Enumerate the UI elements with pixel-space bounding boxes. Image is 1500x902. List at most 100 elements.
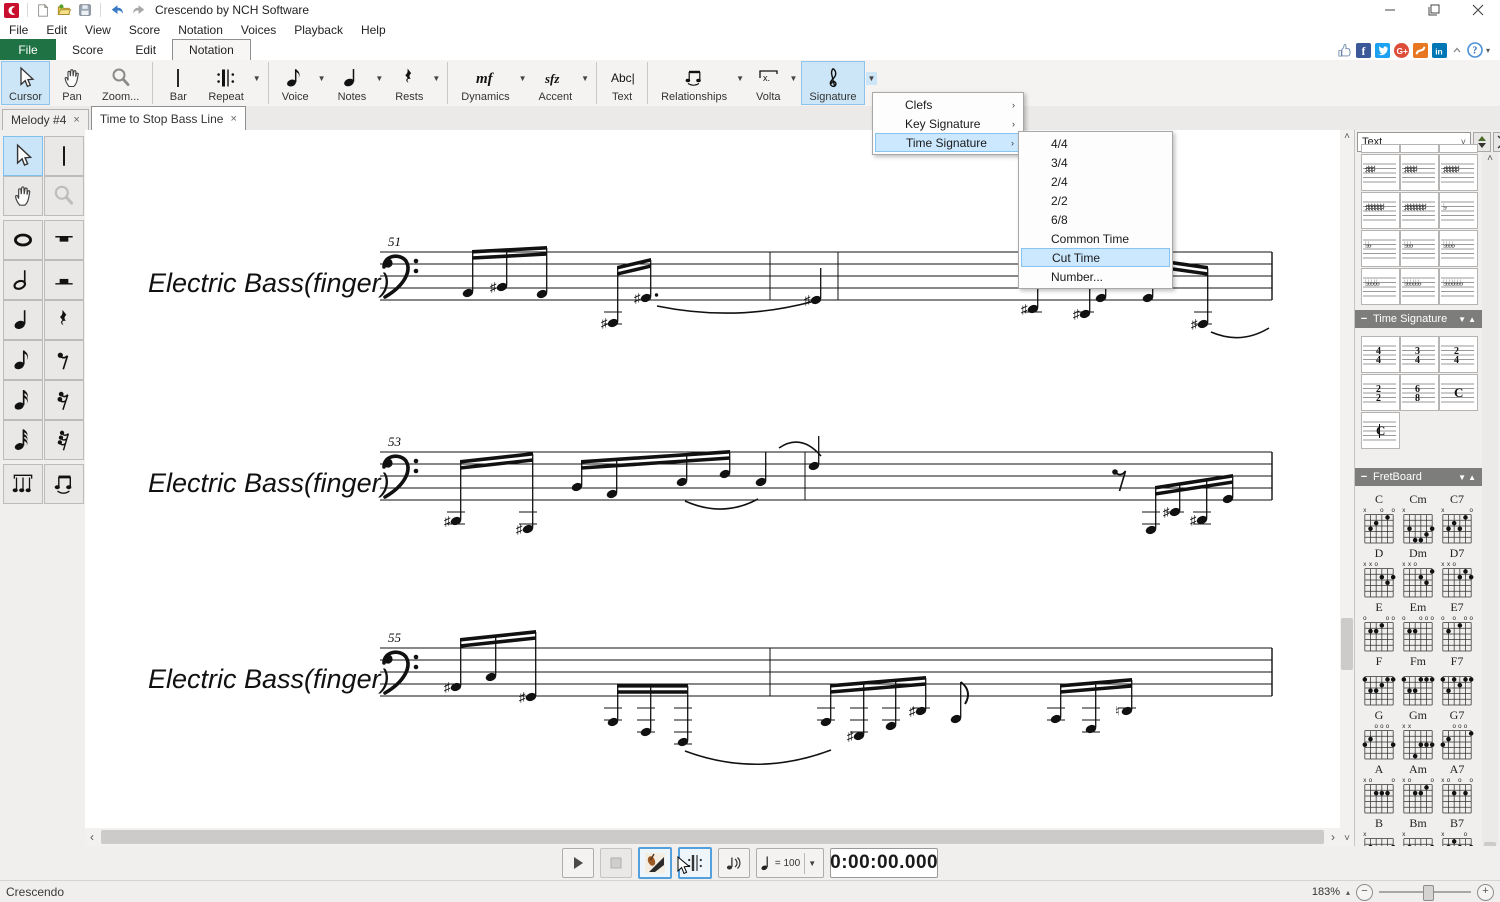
- voice-tool-button[interactable]: Voice: [274, 61, 317, 105]
- palette-half-rest-button[interactable]: [44, 260, 84, 300]
- palette-quarter-rest-button[interactable]: [44, 300, 84, 340]
- dropdown-arrow-icon[interactable]: ▼: [375, 74, 383, 83]
- submenu-item-6-8[interactable]: 6/8: [1021, 210, 1170, 229]
- play-button[interactable]: [562, 848, 594, 878]
- chord-diagram-D7[interactable]: xxo: [1440, 559, 1474, 602]
- palette-whole-rest-button[interactable]: [44, 220, 84, 260]
- twitter-icon[interactable]: [1374, 43, 1391, 58]
- time-signature-tile-2-4[interactable]: 2 4: [1439, 336, 1478, 373]
- palette-quarter-note-button[interactable]: [3, 300, 43, 340]
- menu-view[interactable]: View: [76, 23, 120, 37]
- palette-insert-bar-button[interactable]: [44, 136, 84, 176]
- palette-cursor-button[interactable]: [3, 136, 43, 176]
- key-signature-tile-3-flat[interactable]: ♭♭♭: [1400, 230, 1439, 267]
- key-signature-tile-partial[interactable]: [1400, 144, 1439, 153]
- key-signature-tile-partial[interactable]: [1439, 144, 1478, 153]
- document-tab-melody-4[interactable]: Melody #4×: [2, 109, 89, 130]
- time-signature-tile-common[interactable]: C: [1439, 374, 1478, 411]
- text-tool-button[interactable]: Abc|Text: [602, 61, 642, 105]
- key-signature-tile-3-sharp[interactable]: ♯♯♯: [1361, 154, 1400, 191]
- menu-edit[interactable]: Edit: [37, 23, 76, 37]
- dropdown-arrow-icon[interactable]: ▼: [790, 74, 798, 83]
- menu-playback[interactable]: Playback: [285, 23, 352, 37]
- ribbon-tab-notation[interactable]: Notation: [172, 39, 251, 60]
- submenu-item-2-4[interactable]: 2/4: [1021, 172, 1170, 191]
- zoom-tool-button[interactable]: Zoom...: [94, 61, 147, 105]
- palette-sixteenth-note-button[interactable]: [3, 380, 43, 420]
- chord-diagram-A[interactable]: xoo: [1362, 775, 1396, 818]
- submenu-item-4-4[interactable]: 4/4: [1021, 134, 1170, 153]
- chord-diagram-F[interactable]: [1362, 667, 1396, 710]
- chord-diagram-C7[interactable]: xo: [1440, 505, 1474, 548]
- key-signature-tile-6-sharp[interactable]: ♯♯♯♯♯♯: [1361, 192, 1400, 229]
- submenu-item-cut-time[interactable]: Cut Time: [1021, 248, 1170, 267]
- maximize-button[interactable]: [1412, 0, 1456, 20]
- dropdown-arrow-icon[interactable]: ▼: [736, 74, 744, 83]
- palette-thirtysecond-rest-button[interactable]: [44, 420, 84, 460]
- key-signature-tile-7-sharp[interactable]: ♯♯♯♯♯♯♯: [1400, 192, 1439, 229]
- palette-pan-button[interactable]: [3, 176, 43, 216]
- key-signature-tile-2-flat[interactable]: ♭♭: [1361, 230, 1400, 267]
- pan-tool-button[interactable]: Pan: [52, 61, 92, 105]
- save-button[interactable]: [78, 3, 92, 17]
- crescendo-logo-button[interactable]: [4, 3, 19, 18]
- horizontal-scroll-thumb[interactable]: [101, 830, 1324, 844]
- dynamics-tool-button[interactable]: mfDynamics: [453, 61, 517, 105]
- google-plus-icon[interactable]: G+: [1393, 43, 1410, 58]
- collapse-icon[interactable]: [1450, 44, 1464, 56]
- palette-eighth-rest-button[interactable]: [44, 340, 84, 380]
- help-icon[interactable]: ?: [1466, 42, 1484, 58]
- accent-tool-button[interactable]: sfzAccent: [531, 61, 581, 105]
- time-signature-tile-4-4[interactable]: 4 4: [1361, 336, 1400, 373]
- time-signature-section-header[interactable]: −Time Signature▼▲: [1355, 310, 1482, 328]
- scroll-right-arrow[interactable]: ›: [1326, 830, 1340, 844]
- menu-file[interactable]: File: [0, 23, 37, 37]
- zoom-presets-arrow[interactable]: ▴: [1346, 888, 1350, 897]
- rests-tool-button[interactable]: Rests: [387, 61, 431, 105]
- chord-diagram-Fm[interactable]: [1401, 667, 1435, 710]
- tab-close-icon[interactable]: ×: [230, 113, 236, 125]
- help-dropdown-arrow[interactable]: ▾: [1486, 46, 1490, 55]
- horizontal-scrollbar[interactable]: ‹ ›: [85, 828, 1340, 846]
- dropdown-arrow-icon[interactable]: ▼: [519, 74, 527, 83]
- palette-sixteenth-rest-button[interactable]: [44, 380, 84, 420]
- chord-diagram-F7[interactable]: [1440, 667, 1474, 710]
- submenu-item-2-2[interactable]: 2/2: [1021, 191, 1170, 210]
- section-reorder-icons[interactable]: ▼▲: [1458, 473, 1482, 482]
- submenu-item-3-4[interactable]: 3/4: [1021, 153, 1170, 172]
- collapse-section-icon[interactable]: −: [1355, 471, 1373, 483]
- scroll-left-arrow[interactable]: ‹: [85, 830, 99, 844]
- panel-scroll-up[interactable]: ˄: [1483, 152, 1497, 166]
- palette-eighth-note-button[interactable]: [3, 340, 43, 380]
- vertical-scroll-thumb[interactable]: [1341, 618, 1353, 670]
- time-signature-tile-cut[interactable]: C: [1361, 412, 1400, 449]
- minimize-button[interactable]: [1368, 0, 1412, 20]
- chord-diagram-E[interactable]: ooo: [1362, 613, 1396, 656]
- key-signature-tile-7-flat[interactable]: ♭♭♭♭♭♭♭: [1439, 268, 1478, 305]
- menu-help[interactable]: Help: [352, 23, 395, 37]
- dropdown-arrow-icon[interactable]: ▼: [581, 74, 589, 83]
- ribbon-tab-score[interactable]: Score: [56, 39, 119, 60]
- collapse-section-icon[interactable]: −: [1355, 313, 1373, 325]
- relationships-tool-button[interactable]: Relationships: [653, 61, 735, 105]
- time-signature-tile-6-8[interactable]: 6 8: [1400, 374, 1439, 411]
- zoom-in-button[interactable]: +: [1477, 884, 1494, 901]
- metronome-button[interactable]: [718, 848, 750, 878]
- close-button[interactable]: [1456, 0, 1500, 20]
- palette-thirtysecond-note-button[interactable]: [3, 420, 43, 460]
- linkedin-icon[interactable]: in: [1431, 43, 1448, 58]
- volta-tool-button[interactable]: x.Volta: [748, 61, 788, 105]
- chord-diagram-Em[interactable]: oooo: [1401, 613, 1435, 656]
- palette-tie-button[interactable]: [44, 464, 84, 504]
- panel-collapse-button[interactable]: [1493, 132, 1500, 152]
- zoom-slider-thumb[interactable]: [1423, 885, 1434, 901]
- palette-whole-note-button[interactable]: [3, 220, 43, 260]
- chord-diagram-E7[interactable]: oooo: [1440, 613, 1474, 656]
- tempo-control[interactable]: = 100 ▼: [756, 848, 824, 878]
- key-signature-tile-partial[interactable]: [1361, 144, 1400, 153]
- key-signature-tile-4-flat[interactable]: ♭♭♭♭: [1439, 230, 1478, 267]
- chord-diagram-D[interactable]: xxo: [1362, 559, 1396, 602]
- cursor-tool-button[interactable]: Cursor: [1, 61, 50, 105]
- dropdown-arrow-icon[interactable]: ▼: [432, 74, 440, 83]
- section-reorder-icons[interactable]: ▼▲: [1458, 315, 1482, 324]
